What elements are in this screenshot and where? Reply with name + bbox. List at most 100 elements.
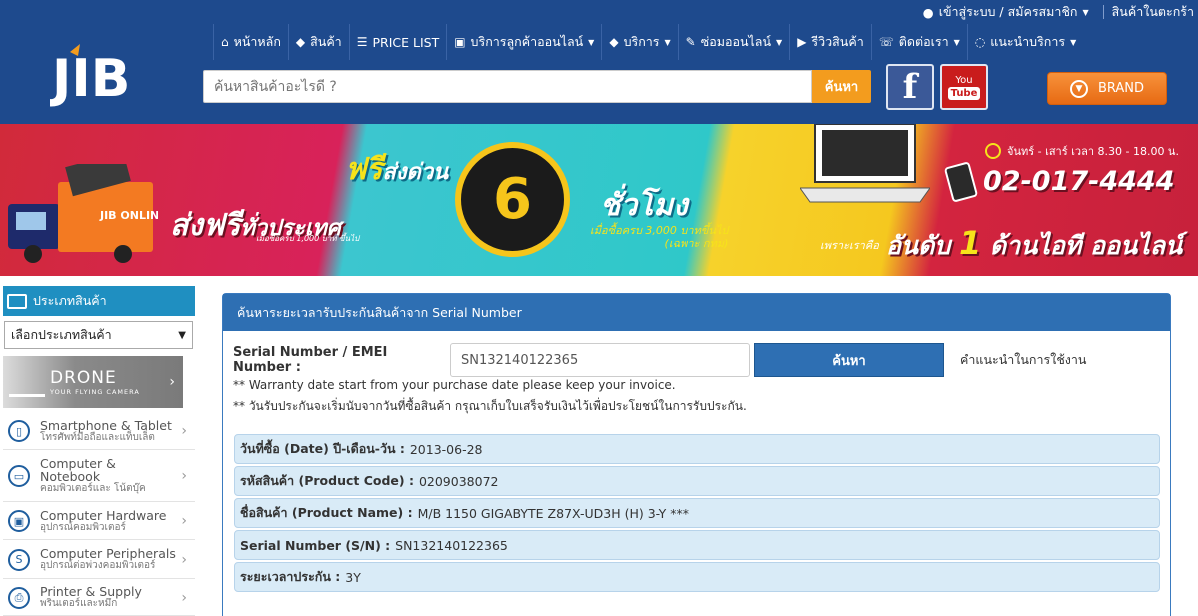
nav-item[interactable]: ◆ บริการ ▼ [601, 24, 677, 60]
chevron-right-icon: › [169, 374, 175, 390]
result-label: รหัสสินค้า (Product Code) : [240, 473, 414, 488]
help-link[interactable]: คำแนะนำในการใช้งาน [960, 350, 1086, 370]
express-note-2: (เฉพาะ กทม) [664, 237, 729, 250]
category-title: Smartphone & Tablet [40, 417, 172, 433]
express-label: ส่งด่วน [382, 160, 449, 185]
chevron-down-icon: ▼ [178, 329, 186, 341]
sidebar-category-item[interactable]: S Computer Peripherals อุปกรณ์ต่อพ่วงคอมพิ… [3, 541, 195, 579]
express-hours-badge: 6 [455, 142, 570, 257]
smartphone-icon: ▯ [8, 420, 30, 442]
result-value: 3Y [345, 569, 361, 585]
logo-text: JIB [50, 49, 130, 109]
truck-text: JIB ONLINE [99, 209, 158, 222]
result-label: Serial Number (S/N) : [240, 537, 391, 553]
serial-search-row: Serial Number / EMEI Number : ค้นหา คำแน… [233, 343, 1163, 377]
nav-item[interactable]: ☏ ติดต่อเรา ▼ [870, 24, 967, 60]
nav-item[interactable]: ▣ บริการลูกค้าออนไลน์ ▼ [446, 24, 601, 60]
result-row: ชื่อสินค้า (Product Name) : M/B 1150 GIGA… [234, 498, 1160, 528]
category-subtitle: อุปกรณ์คอมพิวเตอร์ [40, 521, 126, 533]
nav-item[interactable]: ▶ รีวิวสินค้า [789, 24, 871, 60]
top-bar-links: ● เข้าสู่ระบบ / สมัครสมาชิก ▼ สินค้าในตะ… [923, 0, 1198, 24]
category-select[interactable]: เลือกประเภทสินค้า ▼ [4, 321, 193, 349]
youtube-label-top: You [955, 75, 973, 86]
youtube-icon[interactable]: You Tube [940, 64, 988, 110]
category-subtitle: พรินเตอร์และหมึก [40, 598, 118, 609]
rank-label: อันดับ [886, 231, 951, 260]
rank-prefix: เพราะเราคือ [820, 239, 879, 252]
nav-label: รีวิวสินค้า [811, 34, 864, 49]
chevron-right-icon: › [181, 589, 187, 606]
jib-logo[interactable]: JIB [50, 40, 150, 110]
category-text: Printer & Supply พรินเตอร์และหมึก [40, 585, 181, 610]
serial-label: Serial Number / EMEI Number : [233, 345, 388, 375]
tag-icon: ◆ [295, 35, 306, 49]
drone-subtitle: YOUR FLYING CAMERA [50, 388, 140, 396]
video-icon: ▶ [797, 35, 807, 49]
clock-icon [985, 143, 1001, 159]
chevron-down-icon: ▼ [953, 37, 960, 47]
category-sidebar: ประเภทสินค้า เลือกประเภทสินค้า ▼ DRONE Y… [0, 286, 196, 616]
tag-icon: ◆ [609, 35, 619, 49]
nav-label: PRICE LIST [372, 34, 440, 50]
express-title: ฟรีส่งด่วน [345, 146, 448, 193]
list-icon: ☰ [356, 35, 368, 49]
search-button[interactable]: ค้นหา [812, 70, 871, 103]
category-title: Computer Hardware [40, 507, 167, 523]
rank-label-2: ด้านไอที ออนไลน์ [989, 231, 1183, 260]
chevron-right-icon: › [181, 423, 187, 439]
rank-number: 1 [958, 224, 982, 262]
sidebar-category-item[interactable]: ▭ Computer & Notebook คอมพิวเตอร์และ โน้ตบุ… [3, 451, 195, 502]
category-subtitle: อุปกรณ์ต่อพ่วงคอมพิวเตอร์ [40, 560, 156, 571]
nav-label: หน้าหลัก [233, 34, 281, 49]
chevron-down-icon: ▼ [588, 37, 595, 47]
panel-title: ค้นหาระยะเวลารับประกันสินค้าจาก Serial N… [223, 294, 1170, 331]
chevron-down-icon: ▼ [1070, 37, 1077, 47]
drone-text: DRONE YOUR FLYING CAMERA [50, 368, 140, 396]
youtube-label-bottom: Tube [947, 87, 981, 100]
office-hours: จันทร์ - เสาร์ เวลา 8.30 - 18.00 น. [985, 142, 1179, 160]
drone-icon [9, 367, 45, 397]
promo-banner[interactable]: JIB ONLINE ส่งฟรีทั่วประเทศ เมื่อซื้อครบ… [0, 124, 1198, 276]
search-input[interactable] [203, 70, 812, 103]
login-link[interactable]: ● เข้าสู่ระบบ / สมัครสมาชิก ▼ [923, 2, 1099, 22]
express-unit: ชั่วโมง [600, 188, 688, 223]
nav-label: บริการ [623, 34, 660, 49]
chevron-down-icon: ▼ [776, 37, 783, 47]
phone-icon [943, 161, 979, 203]
category-text: Smartphone & Tablet โทรศัพท์มือถือและแท็บ… [40, 419, 181, 444]
serial-input[interactable] [450, 343, 750, 377]
nav-label: แนะนำบริการ [990, 34, 1066, 49]
chevron-right-icon: › [181, 513, 187, 529]
nav-item[interactable]: ☰ PRICE LIST [348, 24, 447, 60]
nav-item[interactable]: ✎ ซ่อมออนไลน์ ▼ [677, 24, 790, 60]
express-note-1: เมื่อซื้อครบ 3,000 บาทขึ้นไป [590, 224, 729, 237]
nav-label: ซ่อมออนไลน์ [700, 34, 772, 49]
free-shipping-1: ส่งฟรี [170, 208, 241, 243]
result-value: 0209038072 [418, 473, 499, 489]
wrench-icon: ✎ [685, 35, 696, 49]
printer-icon: ⎙ [8, 586, 30, 609]
free-shipping-note: เมื่อซื้อครบ 1,000 บาท ขึ้นไป [256, 234, 360, 243]
chevron-right-icon: › [181, 551, 187, 568]
category-header-label: ประเภทสินค้า [33, 293, 107, 308]
facebook-icon[interactable]: f [886, 64, 934, 110]
sidebar-category-item[interactable]: ▣ Computer Hardware อุปกรณ์คอมพิวเตอร์ › [3, 503, 195, 540]
nav-label: บริการลูกค้าออนไลน์ [470, 34, 584, 49]
drone-banner[interactable]: DRONE YOUR FLYING CAMERA › [3, 356, 183, 408]
serial-search-button[interactable]: ค้นหา [754, 343, 944, 377]
nav-item[interactable]: ⌂ หน้าหลัก [213, 24, 288, 60]
cart-link[interactable]: สินค้าในตะกร้า [1112, 2, 1198, 22]
nav-item[interactable]: ◆ สินค้า [287, 24, 349, 60]
brand-button[interactable]: ▼ BRAND [1047, 72, 1167, 105]
warranty-note-en: ** Warranty date start from your purchas… [233, 378, 676, 392]
phone-icon: ☏ [878, 35, 894, 49]
cart-icon: ▣ [454, 35, 466, 49]
category-text: Computer Peripherals อุปกรณ์ต่อพ่วงคอมพิว… [40, 547, 181, 572]
result-row: รหัสสินค้า (Product Code) : 0209038072 [234, 466, 1160, 496]
result-value: 2013-06-28 [409, 441, 483, 457]
nav-item[interactable]: ◌ แนะนำบริการ ▼ [966, 24, 1083, 60]
main-nav: ⌂ หน้าหลัก ◆ สินค้า ☰ PRICE LIST ▣ บริการลูกค้า… [213, 24, 1083, 60]
sidebar-category-item[interactable]: ▯ Smartphone & Tablet โทรศัพท์มือถือและแท็… [3, 413, 195, 450]
chevron-down-icon: ▼ [1082, 7, 1089, 17]
sidebar-category-item[interactable]: ⎙ Printer & Supply พรินเตอร์และหมึก › [3, 580, 195, 616]
